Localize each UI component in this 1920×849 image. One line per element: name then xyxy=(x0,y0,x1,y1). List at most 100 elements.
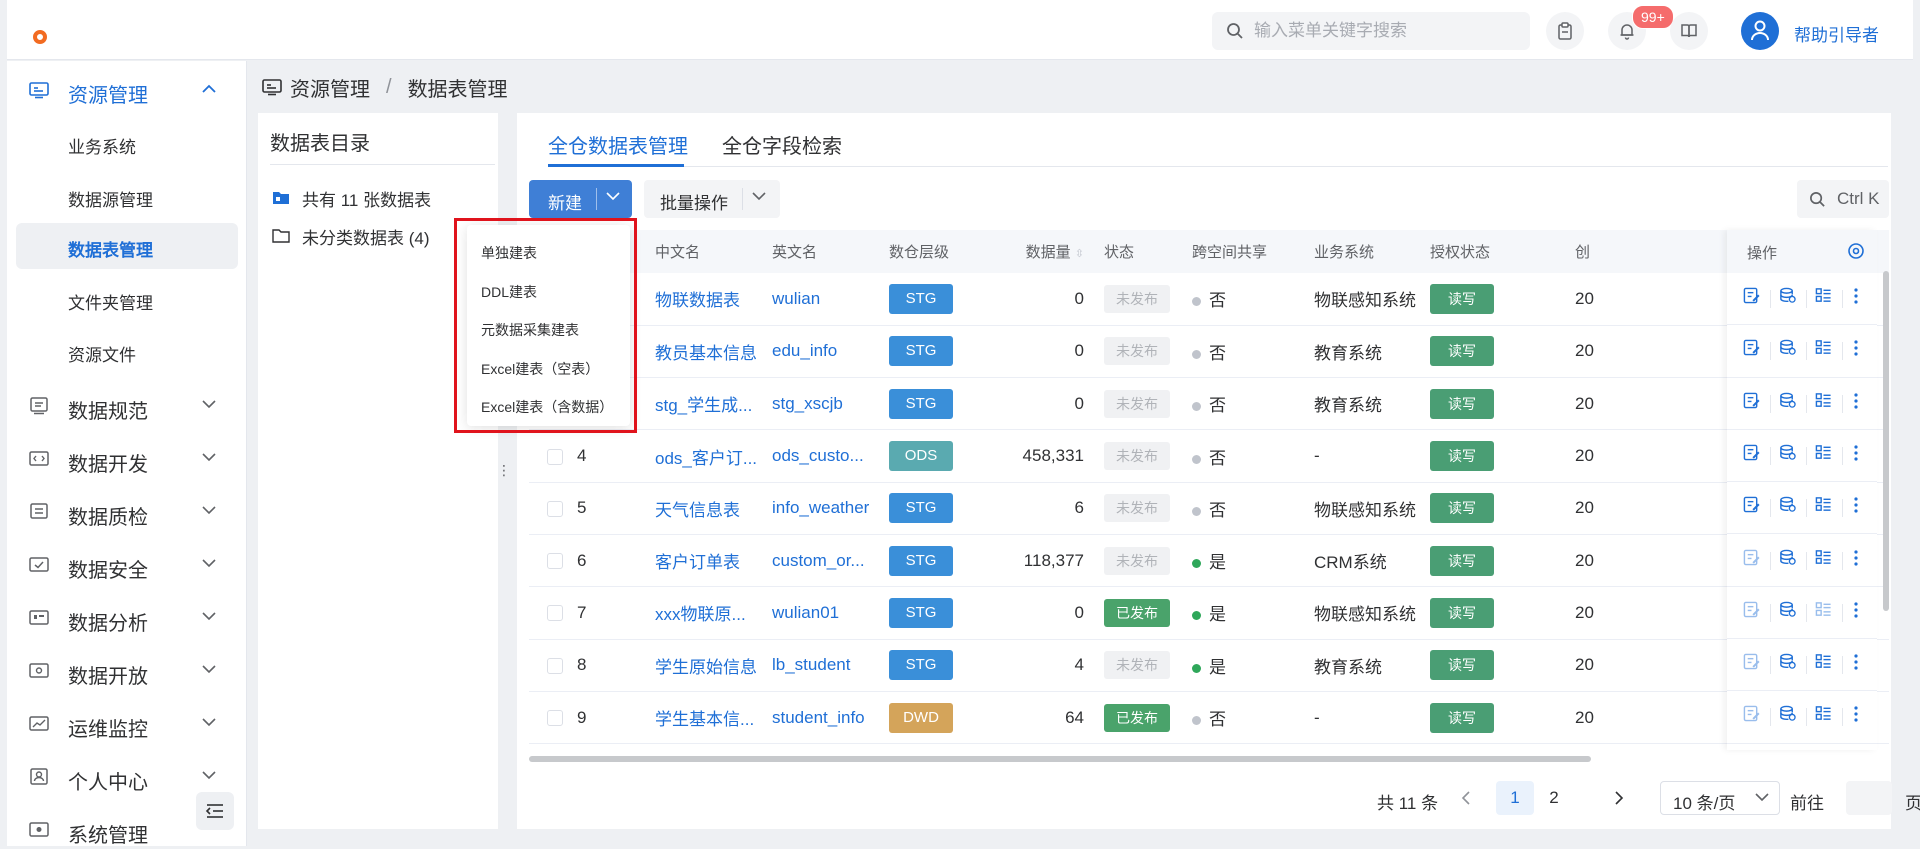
table-en-name-link[interactable]: stg_xscjb xyxy=(764,377,881,431)
table-en-name-link[interactable]: custom_or... xyxy=(764,534,881,588)
table-cn-name-link[interactable]: 学生原始信息 xyxy=(647,639,764,692)
row-checkbox[interactable] xyxy=(547,500,563,517)
table-cn-name-link[interactable]: 客户订单表 xyxy=(647,534,764,588)
page-button[interactable]: 1 xyxy=(1496,781,1534,815)
collapse-sidebar-button[interactable] xyxy=(196,792,234,830)
next-page-icon[interactable] xyxy=(1615,791,1624,805)
edit-icon[interactable] xyxy=(1743,444,1760,461)
grid-list-icon[interactable] xyxy=(1815,444,1832,461)
new-button[interactable]: 新建 xyxy=(529,180,632,218)
grid-list-icon[interactable] xyxy=(1815,601,1832,618)
sidebar-item-folder[interactable]: 文件夹管理 xyxy=(16,276,238,322)
chevron-down-icon[interactable] xyxy=(752,192,766,201)
menu-search-box[interactable] xyxy=(1212,12,1530,50)
page-button[interactable]: 2 xyxy=(1535,781,1573,815)
table-en-name-link[interactable]: edu_info xyxy=(764,325,881,379)
row-checkbox[interactable] xyxy=(547,657,563,674)
column-settings-icon[interactable] xyxy=(1847,242,1865,260)
docs-button[interactable] xyxy=(1670,12,1708,50)
sidebar-item-datatable[interactable]: 数据表管理 xyxy=(16,223,238,269)
vertical-scrollbar[interactable] xyxy=(1883,271,1889,611)
more-vertical-icon[interactable] xyxy=(1853,287,1859,305)
sidebar-item-resource-file[interactable]: 资源文件 xyxy=(16,328,238,374)
table-en-name-link[interactable]: info_weather xyxy=(764,482,881,535)
tab-all-tables[interactable]: 全仓数据表管理 xyxy=(548,130,688,159)
sidebar-group-monitor[interactable]: 运维监控 xyxy=(7,700,246,748)
grid-list-icon[interactable] xyxy=(1815,705,1832,722)
database-icon[interactable] xyxy=(1779,287,1796,304)
more-vertical-icon[interactable] xyxy=(1853,392,1859,410)
sidebar-group-quality[interactable]: 数据质检 xyxy=(7,488,246,536)
grid-list-icon[interactable] xyxy=(1815,287,1832,304)
sidebar-item-business-system[interactable]: 业务系统 xyxy=(16,120,238,166)
more-vertical-icon[interactable] xyxy=(1853,496,1859,514)
menu-search-input[interactable] xyxy=(1254,20,1514,42)
table-row[interactable]: 5 天气信息表 info_weather STG 6 未发布否物联感知系统 读写 20 xyxy=(529,482,1889,535)
database-icon[interactable] xyxy=(1779,444,1796,461)
edit-icon[interactable] xyxy=(1743,496,1760,513)
row-checkbox[interactable] xyxy=(547,605,563,622)
edit-icon[interactable] xyxy=(1743,392,1760,409)
quick-search-button[interactable]: Ctrl K xyxy=(1797,180,1889,218)
table-row[interactable]: 7 xxx物联原... wulian01 STG 0 已发布是物联感知系统 读写 20 xyxy=(529,586,1889,640)
more-vertical-icon[interactable] xyxy=(1853,444,1859,462)
database-icon[interactable] xyxy=(1779,339,1796,356)
chevron-down-icon[interactable] xyxy=(606,192,620,201)
page-size-select[interactable]: 10 条/页 xyxy=(1660,781,1780,815)
database-icon[interactable] xyxy=(1779,653,1796,670)
more-vertical-icon[interactable] xyxy=(1853,339,1859,357)
table-row[interactable]: 教员基本信息 edu_info STG 0 未发布否教育系统 读写 20 xyxy=(529,325,1889,379)
edit-icon[interactable] xyxy=(1743,549,1760,566)
tab-field-search[interactable]: 全仓字段检索 xyxy=(722,130,842,159)
more-vertical-icon[interactable] xyxy=(1853,601,1859,619)
table-row[interactable]: stg_学生成... stg_xscjb STG 0 未发布否教育系统 读写 20 xyxy=(529,377,1889,431)
breadcrumb-root[interactable]: 资源管理 xyxy=(290,73,370,102)
directory-item-all[interactable]: 共有 11 张数据表 xyxy=(272,186,431,210)
table-en-name-link[interactable]: student_info xyxy=(764,691,881,745)
database-icon[interactable] xyxy=(1779,601,1796,618)
username-link[interactable]: 帮助引导者 xyxy=(1794,21,1879,46)
sidebar-group-standard[interactable]: 数据规范 xyxy=(7,382,246,430)
table-en-name-link[interactable]: lb_student xyxy=(764,639,881,692)
more-vertical-icon[interactable] xyxy=(1853,705,1859,723)
sidebar-group-open[interactable]: 数据开放 xyxy=(7,647,246,695)
directory-item-uncategorized[interactable]: 未分类数据表 (4) xyxy=(272,224,430,248)
table-cn-name-link[interactable]: 教员基本信息 xyxy=(647,325,764,379)
prev-page-icon[interactable] xyxy=(1461,791,1470,805)
table-en-name-link[interactable]: ods_custo... xyxy=(764,429,881,483)
database-icon[interactable] xyxy=(1779,392,1796,409)
sidebar-group-resource[interactable]: 资源管理 xyxy=(7,66,246,114)
sort-icon[interactable]: ⇳ xyxy=(1075,248,1084,260)
database-icon[interactable] xyxy=(1779,549,1796,566)
batch-operation-button[interactable]: 批量操作 xyxy=(644,180,780,218)
horizontal-scrollbar[interactable] xyxy=(529,756,1591,762)
database-icon[interactable] xyxy=(1779,705,1796,722)
grid-list-icon[interactable] xyxy=(1815,496,1832,513)
table-row[interactable]: 4 ods_客户订... ods_custo... ODS 458,331 未发布 否 - 读写… xyxy=(529,429,1889,483)
table-cn-name-link[interactable]: xxx物联原... xyxy=(647,586,764,640)
avatar[interactable] xyxy=(1741,12,1779,50)
table-row[interactable]: 8 学生原始信息 lb_student STG 4 未发布是教育系统 读写 20 xyxy=(529,639,1889,692)
grid-list-icon[interactable] xyxy=(1815,392,1832,409)
table-row[interactable]: 物联数据表 wulian STG 0 未发布否物联感知系统 读写 20 xyxy=(529,273,1889,326)
row-checkbox[interactable] xyxy=(547,448,563,465)
table-en-name-link[interactable]: wulian01 xyxy=(764,586,881,640)
edit-icon[interactable] xyxy=(1743,339,1760,356)
goto-page-input[interactable] xyxy=(1846,781,1892,815)
table-cn-name-link[interactable]: 学生基本信... xyxy=(647,691,764,745)
row-checkbox[interactable] xyxy=(547,553,563,570)
edit-icon[interactable] xyxy=(1743,601,1760,618)
more-vertical-icon[interactable] xyxy=(1853,549,1859,567)
more-vertical-icon[interactable] xyxy=(1853,653,1859,671)
edit-icon[interactable] xyxy=(1743,653,1760,670)
sidebar-group-develop[interactable]: 数据开发 xyxy=(7,435,246,483)
table-cn-name-link[interactable]: stg_学生成... xyxy=(647,377,764,431)
table-row[interactable]: 6 客户订单表 custom_or... STG 118,377 未发布是 CRM系统 读写 2… xyxy=(529,534,1889,588)
sidebar-group-security[interactable]: 数据安全 xyxy=(7,541,246,589)
sidebar-item-datasource[interactable]: 数据源管理 xyxy=(16,173,238,219)
table-cn-name-link[interactable]: 天气信息表 xyxy=(647,482,764,535)
table-cn-name-link[interactable]: ods_客户订... xyxy=(647,429,764,483)
table-cn-name-link[interactable]: 物联数据表 xyxy=(647,273,764,326)
table-row[interactable]: 9 学生基本信... student_info DWD 64 已发布否 - 读写 20 xyxy=(529,691,1889,745)
clipboard-button[interactable] xyxy=(1546,12,1584,50)
